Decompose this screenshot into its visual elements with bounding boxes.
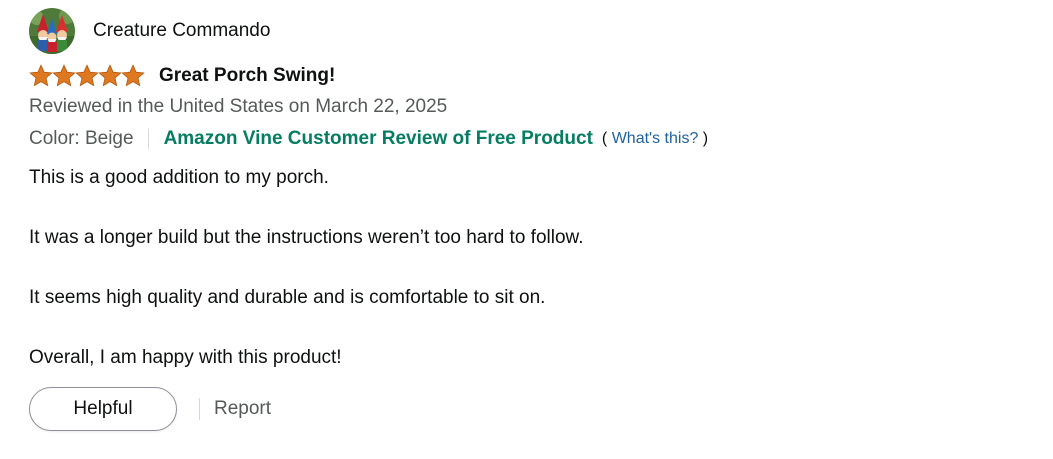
action-divider — [199, 398, 200, 420]
review-date: Reviewed in the United States on March 2… — [29, 96, 448, 117]
star-icon — [121, 64, 145, 88]
helpful-button[interactable]: Helpful — [29, 387, 177, 431]
star-rating[interactable] — [29, 64, 145, 88]
star-icon — [29, 64, 53, 88]
reviewer-name[interactable]: Creature Commando — [93, 20, 270, 42]
product-variant: Color: Beige — [29, 128, 134, 149]
review-body: This is a good addition to my porch. It … — [29, 163, 1029, 373]
help-open-paren: ( — [601, 130, 608, 147]
review-paragraph: It seems high quality and durable and is… — [29, 287, 546, 308]
help-close-paren: ) — [702, 130, 709, 147]
vine-badge: Amazon Vine Customer Review of Free Prod… — [163, 128, 593, 149]
gnome-avatar-icon[interactable] — [29, 8, 75, 54]
meta-divider — [147, 129, 149, 149]
review-paragraph: This is a good addition to my porch. — [29, 167, 329, 188]
reviewer-profile[interactable]: Creature Commando — [29, 8, 1029, 54]
review-card: Creature Commando Great Porch Swing! Rev… — [29, 8, 1029, 432]
whats-this-link[interactable]: What's this? — [612, 130, 699, 147]
review-title[interactable]: Great Porch Swing! — [159, 65, 335, 87]
review-actions: Helpful Report — [29, 386, 1029, 432]
star-icon — [75, 64, 99, 88]
review-paragraph: It was a longer build but the instructio… — [29, 227, 584, 248]
review-meta-row: Color: Beige Amazon Vine Customer Review… — [29, 125, 1029, 153]
review-title-row: Great Porch Swing! — [29, 62, 1029, 90]
report-link[interactable]: Report — [214, 398, 271, 420]
vine-help: ( What's this? ) — [602, 130, 708, 148]
review-paragraph: Overall, I am happy with this product! — [29, 347, 342, 368]
star-icon — [98, 64, 122, 88]
star-icon — [52, 64, 76, 88]
